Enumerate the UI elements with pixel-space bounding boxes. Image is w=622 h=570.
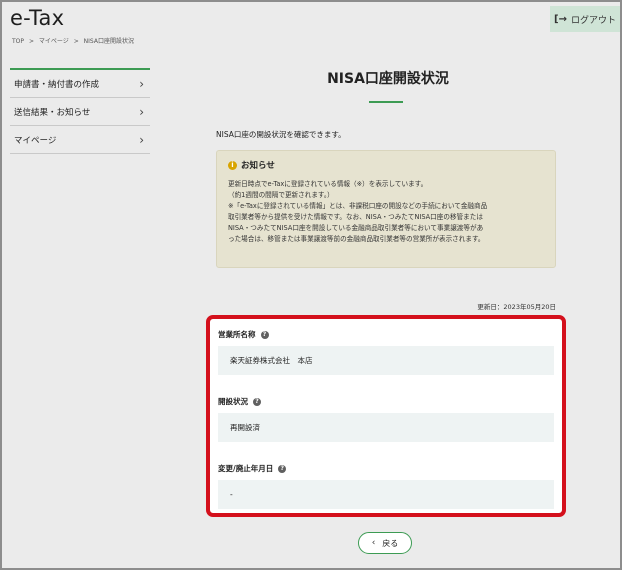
- sidebar-item-label: 送信結果・お知らせ: [14, 107, 91, 118]
- field-change-date: 変更/廃止年月日 ? -: [218, 463, 554, 509]
- info-icon: i: [228, 160, 237, 170]
- field-value: -: [218, 480, 554, 509]
- breadcrumb-separator: >: [28, 38, 34, 45]
- back-button-label: 戻る: [382, 538, 399, 548]
- notice-body: 更新日時点でe-Taxに登録されている情報（※）を表示しています。 （約1週間の…: [228, 179, 544, 245]
- logout-button[interactable]: [→ ログアウト: [550, 6, 620, 32]
- notice-line: （約1週間の間隔で更新されます。）: [228, 191, 334, 199]
- intro-text: NISA口座の開設状況を確認できます。: [216, 130, 346, 139]
- logout-label: ログアウト: [570, 15, 616, 26]
- notice-line: 取引業者等から提供を受けた情報です。なお、NISA・つみたてNISA口座の移管ま…: [228, 213, 483, 221]
- field-value: 楽天証券株式会社 本店: [218, 346, 554, 375]
- sidebar: 申請書・納付書の作成 › 送信結果・お知らせ › マイページ ›: [10, 68, 150, 154]
- account-details-panel: 営業所名称 ? 楽天証券株式会社 本店 開設状況 ? 再開設済 変更/廃止年月日…: [206, 315, 566, 517]
- notice-line: 更新日時点でe-Taxに登録されている情報（※）を表示しています。: [228, 180, 428, 188]
- breadcrumb-mypage[interactable]: マイページ: [39, 38, 69, 45]
- title-underline: [369, 101, 403, 103]
- notice-line: NISA・つみたてNISA口座を開設している金融商品取引業者等において事業譲渡等…: [228, 224, 484, 232]
- breadcrumb-top[interactable]: TOP: [12, 38, 24, 45]
- notice-line: った場合は、移管または事業譲渡等前の金融商品取引業者等の営業所が表示されます。: [228, 235, 485, 243]
- notice-line: ※「e-Taxに登録されている情報」とは、非課税口座の開設などの手続において金融…: [228, 202, 488, 210]
- etax-logo[interactable]: e-Tax: [10, 6, 64, 30]
- field-label-text: 開設状況: [218, 397, 248, 406]
- chevron-right-icon: ›: [139, 104, 144, 119]
- sidebar-item-results-notices[interactable]: 送信結果・お知らせ ›: [10, 98, 150, 126]
- help-icon[interactable]: ?: [278, 464, 287, 473]
- chevron-right-icon: ›: [139, 132, 144, 147]
- field-label-text: 変更/廃止年月日: [218, 464, 274, 473]
- chevron-right-icon: ›: [139, 76, 144, 91]
- field-label: 開設状況 ?: [218, 396, 554, 407]
- sidebar-item-label: マイページ: [14, 135, 57, 146]
- updated-date: 更新日：2023年05月20日: [477, 303, 556, 311]
- page-title: NISA口座開設状況: [327, 71, 449, 87]
- notice-title: お知らせ: [241, 161, 275, 171]
- field-office-name: 営業所名称 ? 楽天証券株式会社 本店: [218, 329, 554, 375]
- field-account-status: 開設状況 ? 再開設済: [218, 396, 554, 442]
- notice-box: i お知らせ 更新日時点でe-Taxに登録されている情報（※）を表示しています。…: [216, 150, 556, 268]
- sidebar-item-create-application[interactable]: 申請書・納付書の作成 ›: [10, 70, 150, 98]
- help-icon[interactable]: ?: [260, 330, 269, 339]
- field-label: 変更/廃止年月日 ?: [218, 463, 554, 474]
- chevron-left-icon: ‹: [371, 538, 376, 548]
- sidebar-item-mypage[interactable]: マイページ ›: [10, 126, 150, 154]
- back-button[interactable]: ‹ 戻る: [358, 532, 412, 554]
- logout-icon: [→: [554, 13, 567, 25]
- field-label-text: 営業所名称: [218, 330, 256, 339]
- notice-header: i お知らせ: [228, 159, 544, 171]
- breadcrumb: TOP > マイページ > NISA口座開設状況: [12, 36, 137, 45]
- help-icon[interactable]: ?: [253, 397, 261, 406]
- app-frame: e-Tax [→ ログアウト TOP > マイページ > NISA口座開設状況 …: [0, 0, 622, 570]
- breadcrumb-current: NISA口座開設状況: [83, 38, 134, 45]
- field-value: 再開設済: [218, 413, 554, 442]
- breadcrumb-separator: >: [73, 38, 79, 45]
- sidebar-item-label: 申請書・納付書の作成: [14, 79, 100, 90]
- field-label: 営業所名称 ?: [218, 329, 554, 340]
